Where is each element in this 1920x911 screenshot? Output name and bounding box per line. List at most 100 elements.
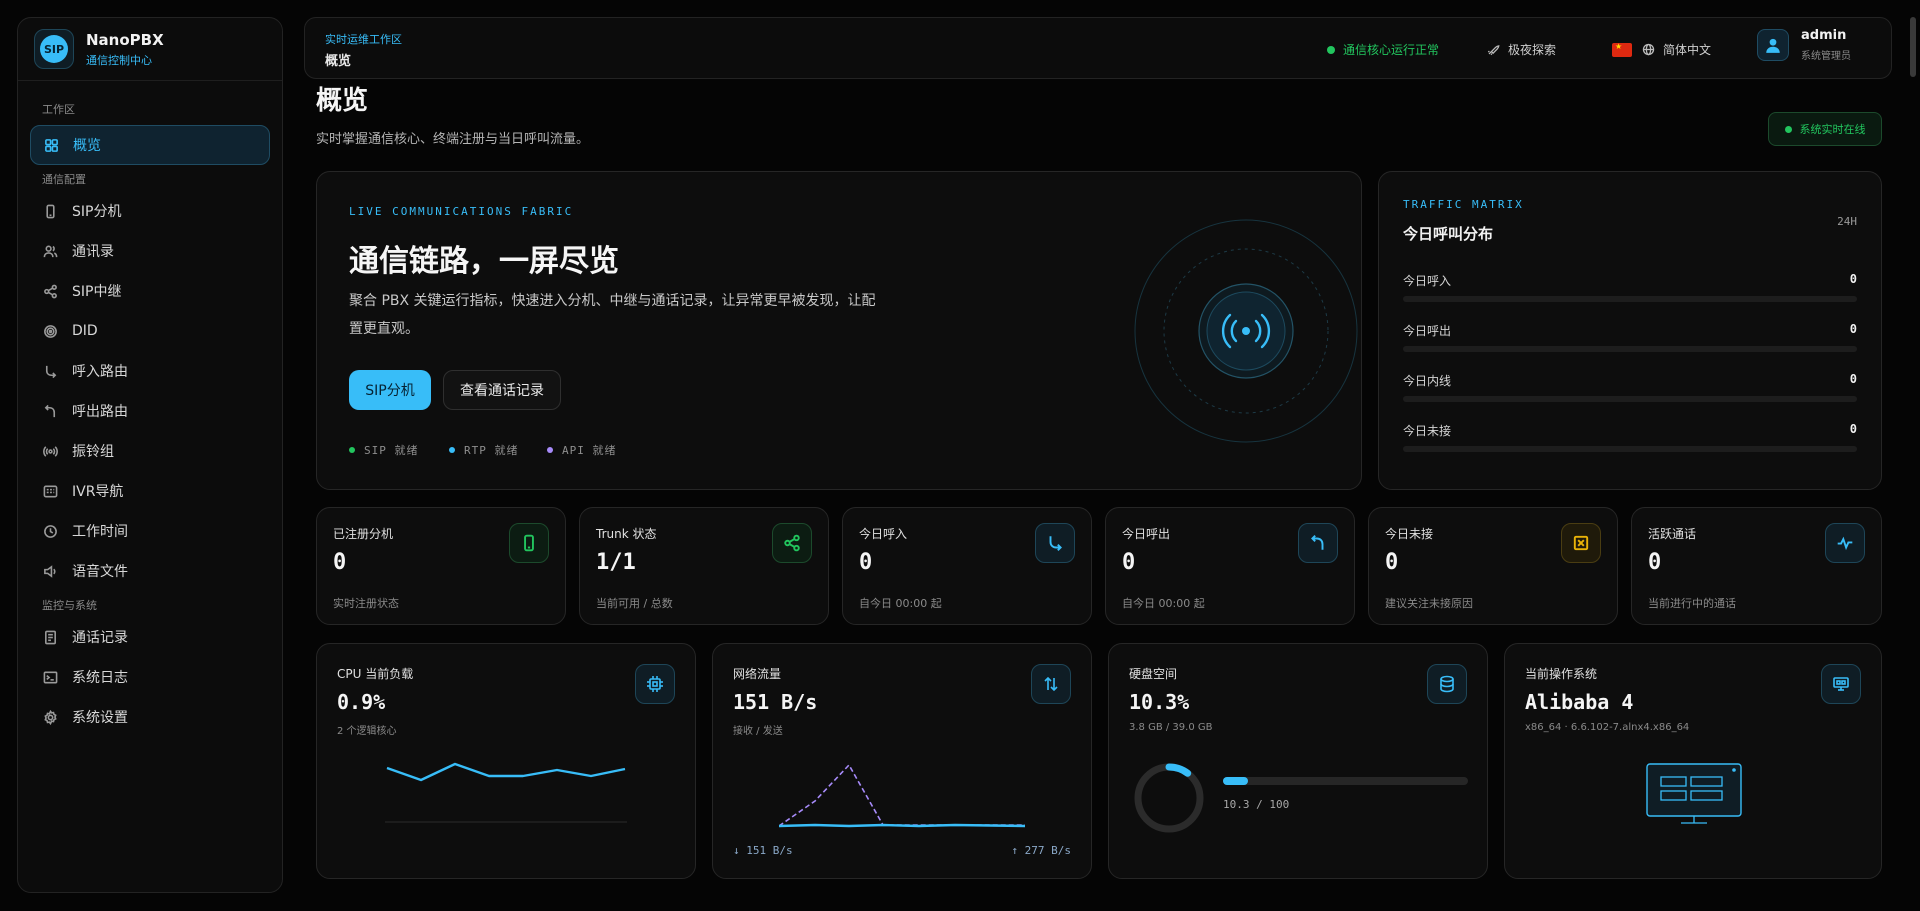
stat-label: 今日呼出	[1122, 527, 1171, 541]
page-subtitle: 实时掌握通信核心、终端注册与当日呼叫流量。	[316, 132, 590, 147]
traffic-row-value: 0	[1849, 422, 1857, 436]
speaker-icon	[42, 563, 58, 579]
sidebar-item-sip-extension[interactable]: SIP分机	[30, 191, 270, 231]
stat-value: 0	[1385, 550, 1399, 575]
sidebar-item-voice-files[interactable]: 语音文件	[30, 551, 270, 591]
network-card[interactable]: 网络流量 151 B/s 接收 / 发送 ↓ 151 B/s ↑ 277 B/s	[712, 643, 1092, 879]
service-rtp: RTP 就绪	[449, 442, 519, 458]
cpu-sparkline	[385, 762, 627, 823]
sidebar-item-sip-trunk[interactable]: SIP中继	[30, 271, 270, 311]
sidebar-item-contacts[interactable]: 通讯录	[30, 231, 270, 271]
network-chart	[779, 763, 1026, 828]
network-label: 网络流量	[733, 667, 782, 681]
sidebar-item-label: IVR导航	[72, 484, 124, 500]
sip-extension-button[interactable]: SIP分机	[349, 370, 431, 410]
traffic-row-label: 今日呼出	[1403, 324, 1452, 338]
hero-kicker: LIVE COMMUNICATIONS FABRIC	[349, 205, 574, 218]
outgoing-call-icon	[42, 403, 58, 419]
database-icon	[1427, 664, 1467, 704]
traffic-row-label: 今日内线	[1403, 374, 1452, 388]
brand-subtitle: 通信控制中心	[86, 53, 152, 67]
globe-icon	[1642, 43, 1655, 56]
stat-value: 0	[1648, 550, 1662, 575]
stat-card-active-calls[interactable]: 活跃通话 0 当前进行中的通话	[1631, 507, 1882, 625]
sidebar-item-overview[interactable]: 概览	[30, 125, 270, 165]
sidebar-item-label: DID	[72, 323, 98, 339]
os-card[interactable]: 当前操作系统 Alibaba 4 x86_64 · 6.6.102-7.alnx…	[1504, 643, 1882, 879]
sidebar-item-system-log[interactable]: 系统日志	[30, 657, 270, 697]
sidebar-item-label: SIP分机	[72, 204, 122, 220]
sidebar-item-label: 通话记录	[72, 630, 128, 646]
brand-logo: SIP	[34, 29, 74, 69]
target-icon	[42, 323, 58, 339]
stat-card-today-inbound[interactable]: 今日呼入 0 自今日 00:00 起	[842, 507, 1092, 625]
page-scrollbar[interactable]	[1910, 17, 1916, 77]
stat-label: 今日未接	[1385, 527, 1434, 541]
language-switcher[interactable]: 简体中文	[1612, 41, 1711, 58]
network-rx: ↓ 151 B/s	[733, 844, 793, 857]
traffic-row-bar	[1403, 396, 1857, 402]
api-dot-icon	[547, 447, 553, 453]
outgoing-call-icon	[1298, 523, 1338, 563]
rtp-dot-icon	[449, 447, 455, 453]
language-label: 简体中文	[1663, 43, 1712, 57]
sidebar-item-work-hours[interactable]: 工作时间	[30, 511, 270, 551]
sidebar-item-call-records[interactable]: 通话记录	[30, 617, 270, 657]
sidebar-item-label: 通讯录	[72, 244, 114, 260]
stat-card-today-missed[interactable]: 今日未接 0 建议关注未接原因	[1368, 507, 1618, 625]
traffic-row-missed: 今日未接 0	[1403, 422, 1857, 452]
traffic-title: 今日呼叫分布	[1403, 225, 1494, 243]
view-call-records-button[interactable]: 查看通话记录	[443, 370, 561, 410]
traffic-row-internal: 今日内线 0	[1403, 372, 1857, 402]
stat-card-today-outbound[interactable]: 今日呼出 0 自今日 00:00 起	[1105, 507, 1355, 625]
disk-donut	[1134, 763, 1204, 833]
sidebar-item-did[interactable]: DID	[30, 311, 270, 351]
traffic-row-label: 今日未接	[1403, 424, 1452, 438]
brand-name: NanoPBX	[86, 30, 164, 49]
service-api: API 就绪	[547, 442, 617, 458]
network-tx: ↑ 277 B/s	[1011, 844, 1071, 857]
service-label: RTP 就绪	[464, 444, 519, 457]
sidebar-item-ring-group[interactable]: 振铃组	[30, 431, 270, 471]
user-menu[interactable]: admin 系统管理员	[1757, 28, 1851, 62]
server-illustration-icon	[1646, 763, 1742, 824]
stat-card-registered-extensions[interactable]: 已注册分机 0 实时注册状态	[316, 507, 566, 625]
pulse-icon	[1825, 523, 1865, 563]
sidebar-item-label: 系统设置	[72, 710, 128, 726]
status-badge: 系统实时在线	[1768, 112, 1882, 146]
traffic-row-value: 0	[1849, 272, 1857, 286]
user-role: 系统管理员	[1801, 51, 1851, 62]
stat-sub: 实时注册状态	[333, 597, 399, 610]
ring-group-icon	[42, 443, 58, 459]
status-dot-icon	[1327, 45, 1335, 54]
stat-value: 0	[1122, 550, 1136, 575]
stat-card-trunk-status[interactable]: Trunk 状态 1/1 当前可用 / 总数	[579, 507, 829, 625]
cpu-sub: 2 个逻辑核心	[337, 726, 397, 737]
sidebar-item-label: 语音文件	[72, 564, 128, 580]
disk-sub: 3.8 GB / 39.0 GB	[1129, 722, 1213, 733]
traffic-kicker: TRAFFIC MATRIX	[1403, 198, 1524, 211]
traffic-matrix-card: TRAFFIC MATRIX 今日呼叫分布 24H 今日呼入 0 今日呼出 0 …	[1378, 171, 1882, 490]
terminal-icon	[42, 669, 58, 685]
cpu-card[interactable]: CPU 当前负载 0.9% 2 个逻辑核心	[316, 643, 696, 879]
sidebar-item-ivr[interactable]: IVR导航	[30, 471, 270, 511]
traffic-row-outbound: 今日呼出 0	[1403, 322, 1857, 352]
brand[interactable]: SIP NanoPBX 通信控制中心	[18, 18, 282, 81]
stat-value: 0	[859, 550, 873, 575]
breadcrumb-current: 概览	[325, 54, 352, 69]
phone-icon	[509, 523, 549, 563]
hero-description: 聚合 PBX 关键运行指标，快速进入分机、中继与通话记录，让异常更早被发现，让配…	[349, 293, 876, 337]
cpu-icon	[635, 664, 675, 704]
network-sub: 接收 / 发送	[733, 726, 783, 737]
sidebar-item-label: 工作时间	[72, 524, 128, 540]
broadcast-radar-icon	[1134, 219, 1358, 443]
incoming-call-icon	[42, 363, 58, 379]
sidebar-item-inbound-route[interactable]: 呼入路由	[30, 351, 270, 391]
cpu-value: 0.9%	[337, 690, 386, 714]
theme-switcher[interactable]: 极夜探索	[1487, 41, 1556, 58]
sidebar-item-outbound-route[interactable]: 呼出路由	[30, 391, 270, 431]
disk-card[interactable]: 硬盘空间 10.3% 3.8 GB / 39.0 GB 10.3 / 100	[1108, 643, 1488, 879]
user-icon	[1766, 38, 1780, 53]
traffic-row-bar	[1403, 296, 1857, 302]
sidebar-item-settings[interactable]: 系统设置	[30, 697, 270, 737]
